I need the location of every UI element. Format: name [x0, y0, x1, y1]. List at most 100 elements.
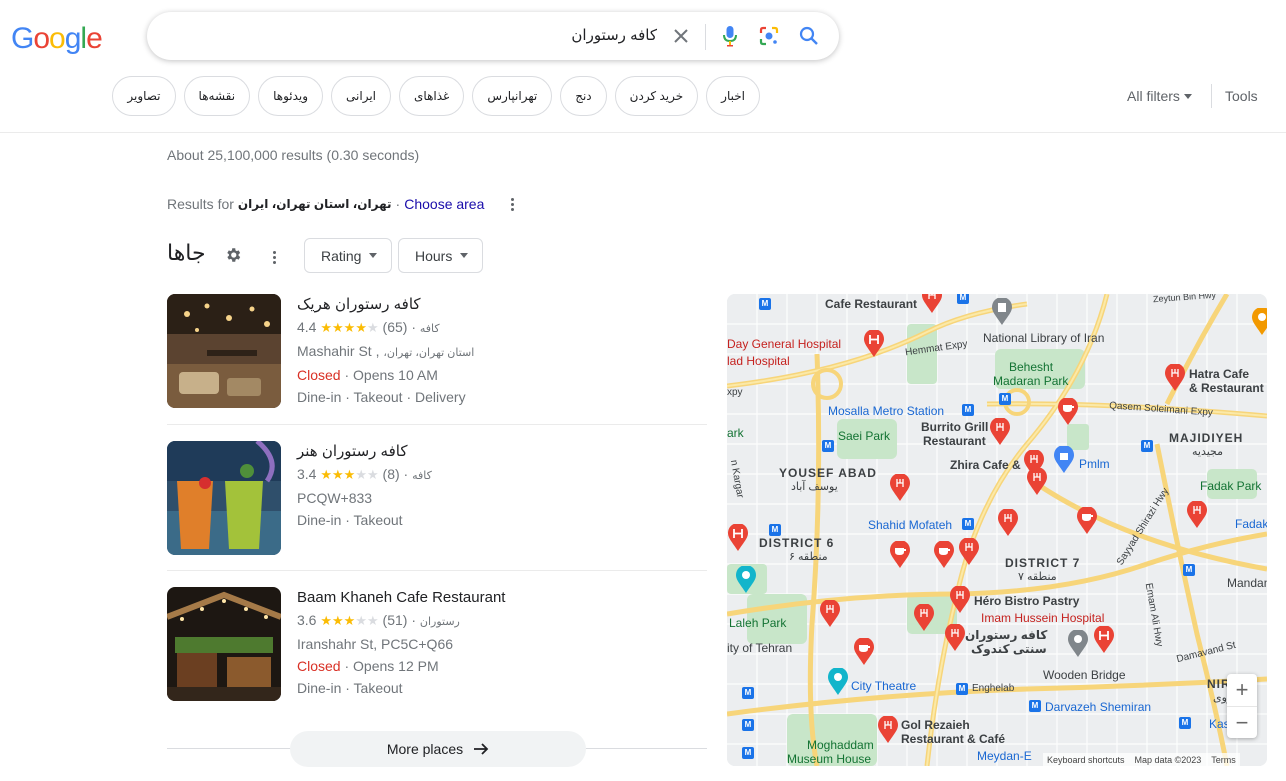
cafe-pin-icon[interactable] — [853, 638, 875, 666]
chip-shopping[interactable]: خرید کردن — [614, 76, 699, 116]
choose-area-link[interactable]: Choose area — [404, 196, 484, 212]
place-pin-icon[interactable] — [1067, 630, 1089, 658]
chip-maps[interactable]: نقشه‌ها — [183, 76, 251, 116]
chip-iranian[interactable]: ایرانی — [331, 76, 392, 116]
restaurant-pin-icon[interactable] — [1164, 364, 1186, 392]
chip-images[interactable]: تصاویر — [112, 76, 176, 116]
theatre-pin-icon[interactable] — [827, 668, 849, 696]
lens-icon[interactable] — [757, 24, 781, 48]
place-name[interactable]: کافه رستوران هریک — [297, 294, 474, 316]
metro-icon[interactable]: M — [1029, 700, 1041, 712]
hospital-pin-icon[interactable] — [1093, 626, 1115, 654]
metro-icon[interactable]: M — [962, 404, 974, 416]
restaurant-pin-icon[interactable] — [819, 600, 841, 628]
restaurant-pin-icon[interactable] — [913, 604, 935, 632]
review-count[interactable]: (8) — [383, 466, 400, 482]
all-filters-button[interactable]: All filters — [1127, 88, 1192, 104]
services-row: Dine-in · Takeout — [297, 512, 403, 528]
restaurant-pin-icon[interactable] — [997, 509, 1019, 537]
map-label: ark — [727, 426, 744, 440]
restaurant-pin-icon[interactable] — [949, 586, 971, 614]
place-item[interactable]: کافه رستوران هنر 3.4 ★★★★★ (8) · کافه PC… — [167, 441, 707, 573]
chevron-down-icon — [460, 253, 469, 258]
zoom-in-button[interactable]: + — [1227, 674, 1257, 706]
google-logo[interactable]: G o o g l e — [11, 22, 103, 56]
hospital-pin-icon[interactable] — [863, 330, 885, 358]
logo-letter: o — [49, 22, 66, 55]
restaurant-pin-icon[interactable] — [1026, 468, 1048, 496]
metro-icon[interactable]: M — [956, 683, 968, 695]
metro-icon[interactable]: M — [742, 687, 754, 699]
place-pin-icon[interactable] — [735, 566, 757, 594]
search-box[interactable]: کافه رستوران — [147, 12, 839, 60]
chip-videos[interactable]: ویدئوها — [258, 76, 324, 116]
more-places-button[interactable]: More places — [290, 731, 586, 767]
place-item[interactable]: Baam Khaneh Cafe Restaurant 3.6 ★★★★★ (5… — [167, 587, 707, 719]
hospital-pin-icon[interactable] — [727, 524, 749, 552]
cafe-pin-icon[interactable] — [1076, 507, 1098, 535]
chip-cozy[interactable]: دنج — [560, 76, 607, 116]
metro-icon[interactable]: M — [957, 294, 969, 304]
map-label: Pmlm — [1079, 457, 1110, 471]
cafe-pin-icon[interactable] — [1057, 398, 1079, 426]
keyboard-shortcuts-link[interactable]: Keyboard shortcuts — [1047, 755, 1125, 765]
map-label: Héro Bistro Pastry — [974, 594, 1080, 608]
place-photo[interactable] — [167, 587, 281, 701]
more-options-icon[interactable] — [504, 196, 520, 212]
review-count[interactable]: (51) — [383, 612, 408, 628]
search-icon[interactable] — [797, 24, 821, 48]
places-menu-icon[interactable] — [266, 249, 282, 265]
restaurant-pin-icon[interactable] — [889, 474, 911, 502]
restaurant-pin-icon[interactable] — [877, 716, 899, 744]
metro-icon[interactable]: M — [1179, 717, 1191, 729]
close-icon[interactable] — [669, 24, 693, 48]
place-photo[interactable] — [167, 441, 281, 555]
microphone-icon[interactable] — [718, 24, 742, 48]
rating-filter[interactable]: Rating — [304, 238, 393, 273]
logo-letter: g — [64, 22, 82, 55]
library-pin-icon[interactable] — [991, 298, 1013, 326]
place-photo[interactable] — [167, 294, 281, 408]
metro-icon[interactable]: M — [1183, 564, 1195, 576]
chip-tehranpars[interactable]: تهرانپارس — [472, 76, 553, 116]
chip-news[interactable]: اخبار — [706, 76, 760, 116]
metro-icon[interactable]: M — [742, 719, 754, 731]
map-label: xpy — [727, 387, 743, 398]
place-item[interactable]: کافه رستوران هریک 4.4 ★★★★★ (65) · کافه … — [167, 294, 707, 426]
metro-icon[interactable]: M — [962, 518, 974, 530]
place-name[interactable]: کافه رستوران هنر — [297, 441, 432, 463]
shopping-pin-icon[interactable] — [1053, 446, 1075, 474]
metro-icon[interactable]: M — [769, 524, 781, 536]
metro-icon[interactable]: M — [759, 298, 771, 310]
cafe-pin-icon[interactable] — [933, 541, 955, 569]
zoom-out-button[interactable]: − — [1227, 706, 1257, 738]
place-info: کافه رستوران هنر 3.4 ★★★★★ (8) · کافه PC… — [297, 441, 432, 531]
map-label: Moghaddam — [807, 738, 874, 752]
rating-row: 3.6 ★★★★★ (51) · رستوران — [297, 612, 460, 628]
restaurant-pin-icon[interactable] — [944, 624, 966, 652]
place-category: کافه — [412, 470, 432, 482]
status-closed: Closed — [297, 367, 341, 383]
cafe-pin-icon[interactable] — [889, 541, 911, 569]
gear-icon[interactable] — [224, 246, 242, 264]
metro-icon[interactable]: M — [1141, 440, 1153, 452]
tools-button[interactable]: Tools — [1225, 88, 1258, 104]
search-input[interactable]: کافه رستوران — [571, 26, 657, 44]
place-name[interactable]: Baam Khaneh Cafe Restaurant — [297, 587, 505, 609]
review-count[interactable]: (65) — [383, 319, 408, 335]
restaurant-pin-icon[interactable] — [989, 418, 1011, 446]
address-en: PCQW+833 — [297, 490, 373, 506]
map-label: lad Hospital — [727, 354, 790, 368]
restaurant-pin-icon[interactable] — [958, 538, 980, 566]
place-pin-icon[interactable] — [1251, 308, 1267, 336]
arrow-right-icon — [474, 743, 489, 755]
chip-foods[interactable]: غذاهای — [399, 76, 465, 116]
metro-icon[interactable]: M — [822, 440, 834, 452]
restaurant-pin-icon[interactable] — [1186, 501, 1208, 529]
hours-filter[interactable]: Hours — [398, 238, 484, 273]
metro-icon[interactable]: M — [742, 747, 754, 759]
map[interactable]: Cafe Restaurant Day General Hospital lad… — [727, 294, 1267, 766]
restaurant-pin-icon[interactable] — [921, 294, 943, 314]
metro-icon[interactable]: M — [999, 393, 1011, 405]
terms-link[interactable]: Terms — [1211, 755, 1236, 765]
